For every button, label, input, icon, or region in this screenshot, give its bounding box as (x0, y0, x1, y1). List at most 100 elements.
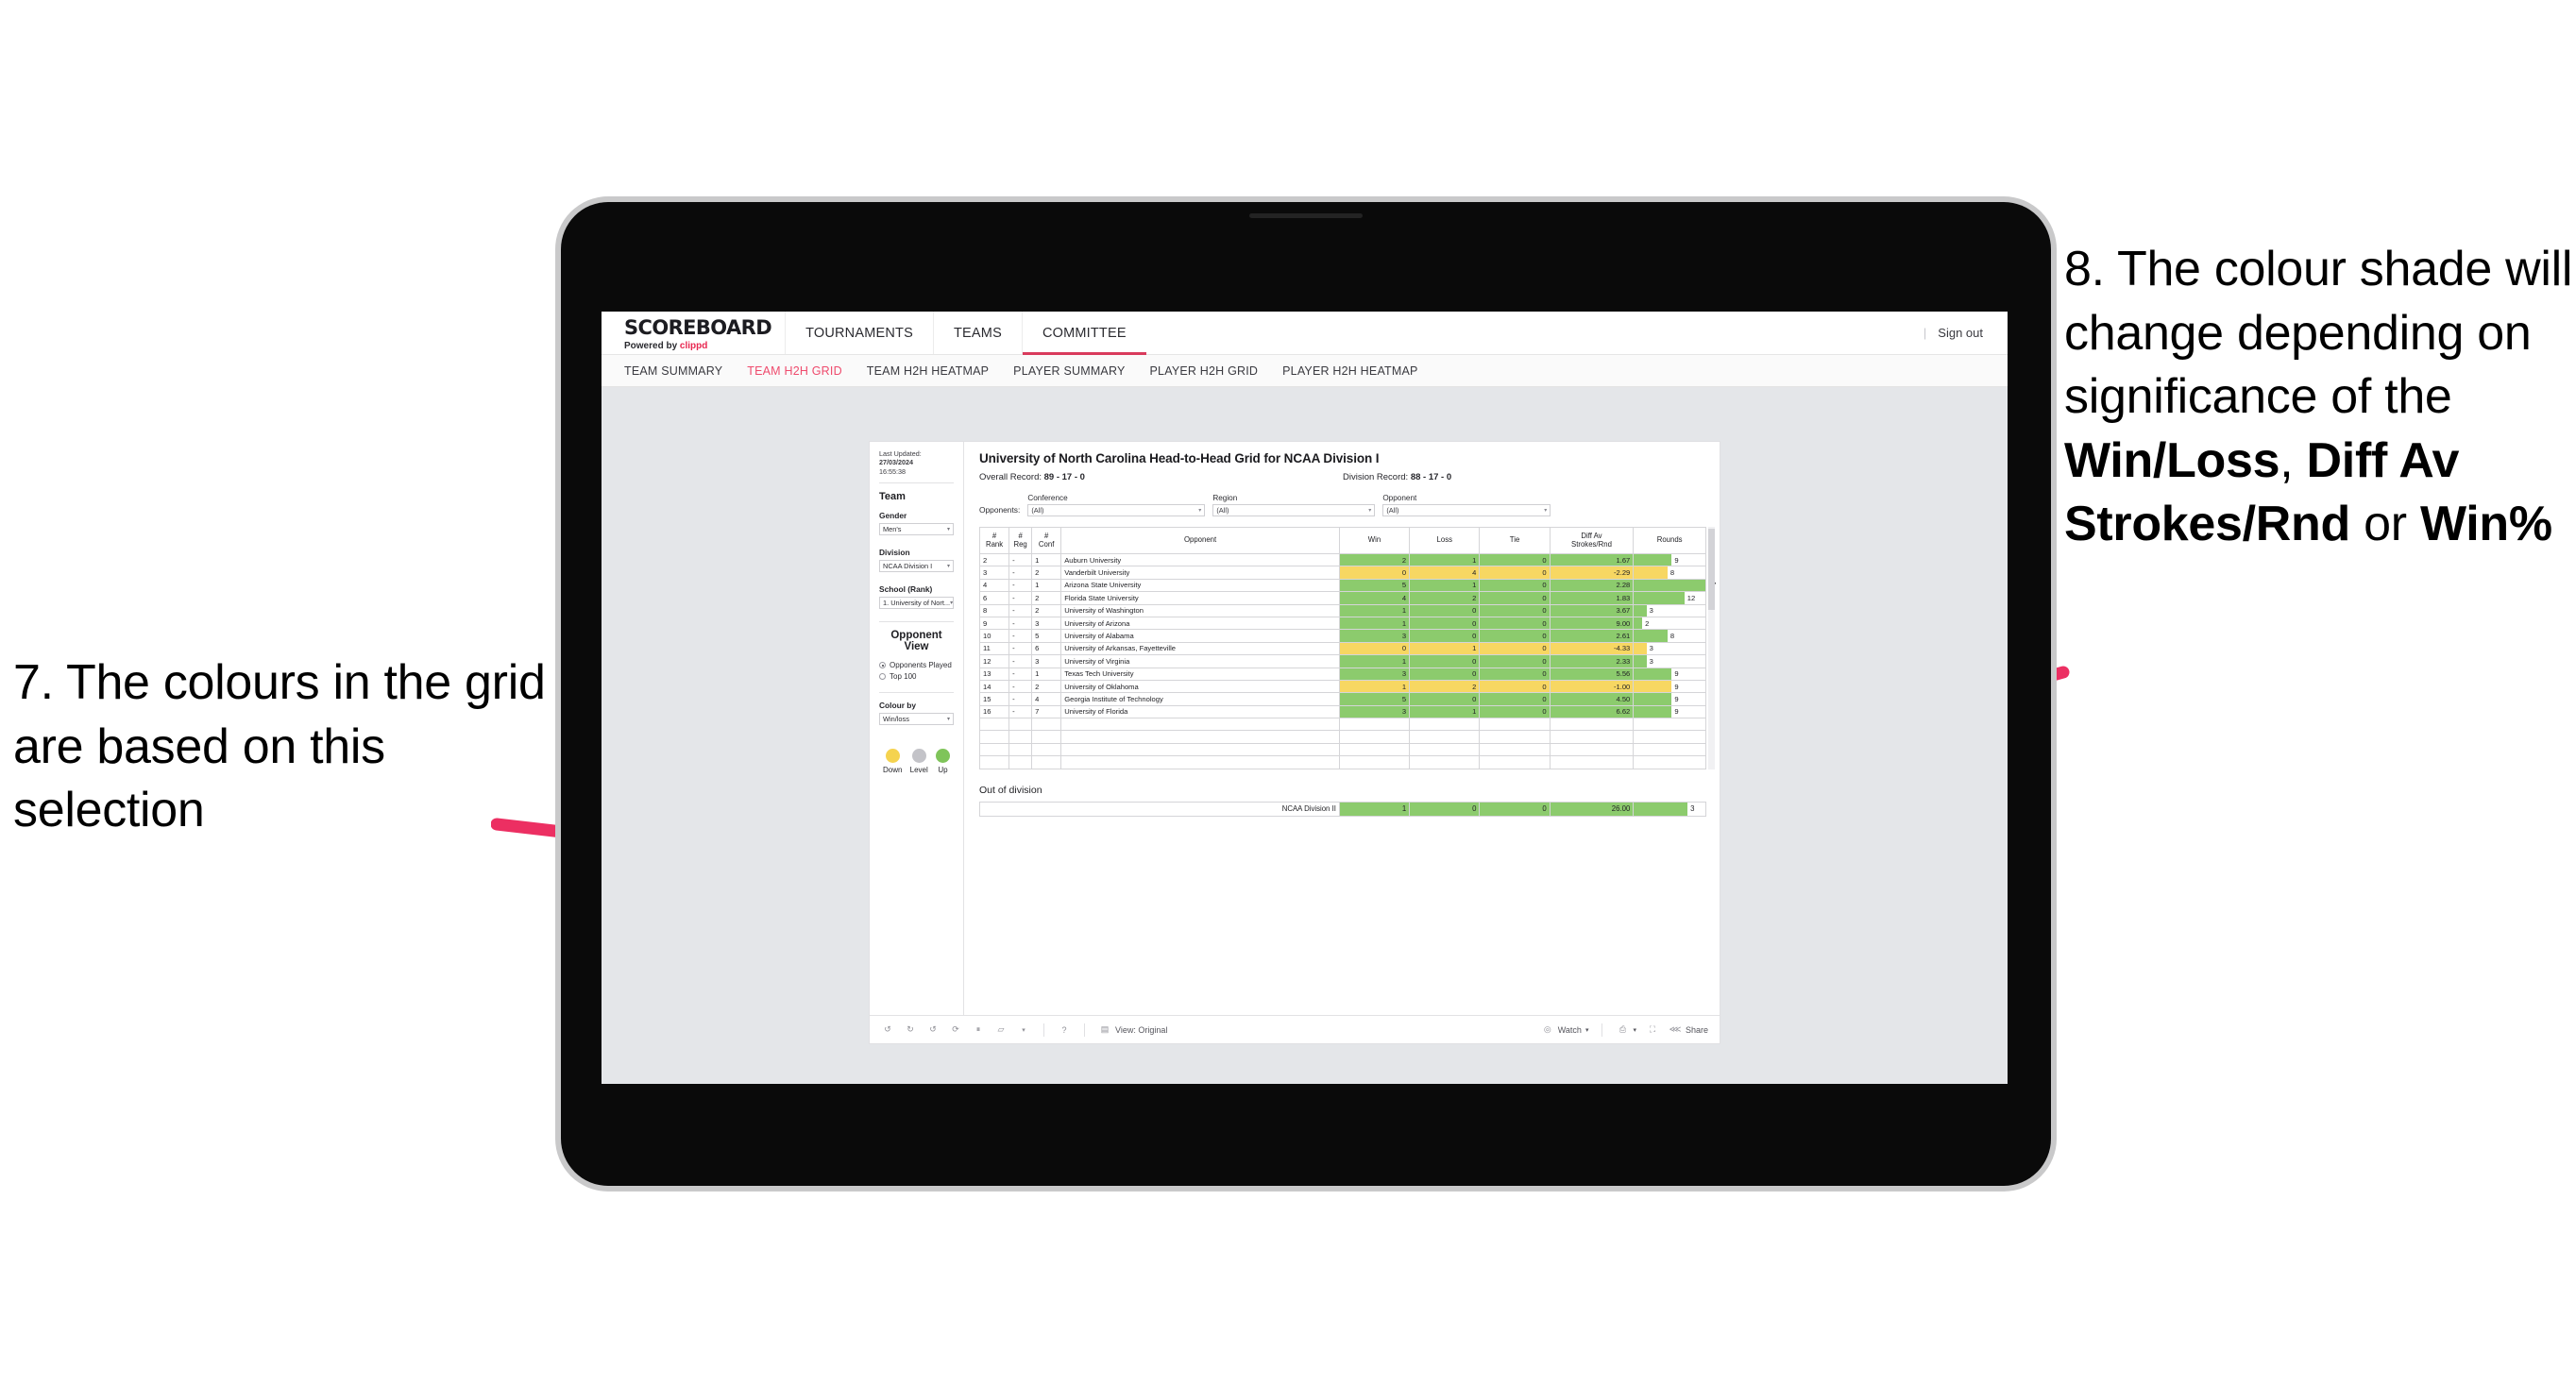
division-select[interactable]: NCAA Division I ▾ (879, 560, 954, 573)
redo-icon[interactable]: ↻ (904, 1023, 917, 1037)
table-row[interactable]: 4-1Arizona State University5102.2817 (978, 578, 1716, 593)
colour-by-select[interactable]: Win/loss ▾ (879, 713, 954, 726)
table-row[interactable]: 9-3 University of Arizona 1 0 0 9.00 2 (978, 616, 1706, 631)
cell-loss: 0 (1409, 654, 1481, 668)
nav-teams[interactable]: TEAMS (932, 312, 1022, 354)
table-row[interactable]: 10-5 University of Alabama 3 0 0 2.61 8 (978, 629, 1706, 643)
cell-diff: -1.00 (1549, 679, 1635, 694)
fullscreen-icon[interactable]: ⛶ (1646, 1023, 1659, 1037)
cell-loss: 0 (1409, 616, 1481, 631)
cell-opp: University of Virginia (1060, 654, 1340, 668)
watch-button[interactable]: ◎ Watch ▾ (1541, 1023, 1589, 1037)
divider (879, 621, 954, 623)
view-icon: ▤ (1100, 1024, 1110, 1034)
opponent-select[interactable]: (All) ▾ (1382, 504, 1551, 516)
chevron-down-icon: ▾ (946, 564, 950, 570)
table-row[interactable]: 3-2 Vanderbilt University 0 4 0 -2.29 8 (978, 566, 1706, 580)
cell-empty (1060, 718, 1340, 732)
download-button[interactable]: ⎙ ▾ (1616, 1023, 1636, 1037)
rounds-bar (1634, 802, 1688, 816)
radio-top-100[interactable]: Top 100 (879, 672, 954, 681)
radio-opponents-played-label: Opponents Played (890, 661, 952, 670)
radio-top-100-label: Top 100 (890, 672, 917, 682)
table-row[interactable]: 12-3 University of Virginia 1 0 0 2.33 3 (978, 654, 1706, 668)
nav-tournaments[interactable]: TOURNAMENTS (785, 312, 933, 354)
cell-win: 4 (1338, 591, 1411, 605)
school-select[interactable]: 1. University of Nort... ▾ (879, 597, 954, 610)
custom-view-icon[interactable]: ▱ (994, 1023, 1008, 1037)
signout-link[interactable]: Sign out (1938, 326, 1983, 340)
col-conf[interactable]: # Conf (1031, 527, 1062, 554)
cell-rank: 16 (978, 704, 1010, 719)
col-rank-l2: Rank (985, 539, 1004, 549)
undo-icon[interactable]: ↺ (881, 1023, 894, 1037)
radio-icon (879, 673, 886, 681)
table-row[interactable]: 15-4 Georgia Institute of Technology 5 0 0 4.… (978, 692, 1706, 706)
table-row[interactable]: 11-6 University of Arkansas, Fayetteville… (978, 641, 1706, 656)
col-reg[interactable]: # Reg (1008, 527, 1033, 554)
rounds-value: 9 (1674, 669, 1679, 679)
tab-team-h2h-heatmap[interactable]: TEAM H2H HEATMAP (867, 364, 989, 378)
nav-committee[interactable]: COMMITTEE (1021, 312, 1146, 355)
grid-header-row: # Rank # Reg # Conf Opponent Win Loss Tie (978, 527, 1706, 554)
cell-win: 3 (1338, 704, 1411, 719)
share-button[interactable]: ⋘ Share (1669, 1023, 1708, 1037)
view-original-button[interactable]: ▤ View: Original (1098, 1023, 1168, 1037)
tab-player-summary[interactable]: PLAYER SUMMARY (1013, 364, 1125, 378)
cell-empty (978, 730, 1010, 744)
col-reg-l1: # (1018, 531, 1023, 540)
table-row[interactable]: 16-7 University of Florida 3 1 0 6.62 9 (978, 704, 1706, 719)
revert-icon[interactable]: ↺ (926, 1023, 940, 1037)
col-rounds[interactable]: Rounds (1633, 527, 1706, 554)
col-tie[interactable]: Tie (1479, 527, 1551, 554)
rounds-bar (1634, 554, 1672, 566)
col-diff[interactable]: Diff Av Strokes/Rnd (1549, 527, 1635, 554)
col-loss[interactable]: Loss (1409, 527, 1481, 554)
powered-prefix: Powered by (624, 341, 680, 351)
table-row[interactable]: 6-2 Florida State University 4 2 0 1.83 12 (978, 591, 1706, 605)
table-row[interactable]: 8-2 University of Washington 1 0 0 3.67 3 (978, 603, 1706, 617)
cell-rounds: 12 (1633, 591, 1706, 605)
table-scrollbar-thumb[interactable] (1708, 529, 1715, 610)
radio-icon (879, 662, 886, 669)
tab-team-h2h-grid[interactable]: TEAM H2H GRID (747, 364, 842, 378)
cell-empty (1479, 730, 1551, 744)
view-label: View: Original (1115, 1024, 1168, 1035)
col-conf-l2: Conf (1038, 539, 1055, 549)
table-row[interactable]: 2-1 Auburn University 2 1 0 1.67 9 (978, 552, 1706, 567)
cell-opp: University of Washington (1060, 603, 1340, 617)
col-rank[interactable]: # Rank (978, 527, 1010, 554)
brand-logo: SCOREBOARD Powered by clippd (602, 312, 785, 354)
tab-player-h2h-heatmap[interactable]: PLAYER H2H HEATMAP (1282, 364, 1417, 378)
cell-opp: University of Arkansas, Fayetteville (1060, 641, 1340, 656)
cell-win: 5 (1338, 578, 1411, 593)
help-icon[interactable]: ? (1058, 1023, 1071, 1037)
rounds-bar (1634, 592, 1685, 604)
division-record-value: 88 - 17 - 0 (1410, 472, 1452, 482)
radio-opponents-played[interactable]: Opponents Played (879, 661, 954, 669)
cell-conf: 1 (1031, 552, 1062, 567)
rounds-value: 8 (1669, 568, 1675, 578)
cell-diff: 2.61 (1549, 629, 1635, 643)
col-opponent[interactable]: Opponent (1060, 527, 1340, 554)
primary-nav: TOURNAMENTS TEAMS COMMITTEE (785, 312, 1146, 355)
conference-select[interactable]: (All) ▾ (1027, 504, 1206, 516)
gender-select[interactable]: Men's ▾ (879, 523, 954, 536)
cell-win: 3 (1338, 667, 1411, 681)
divider (879, 482, 954, 484)
tab-player-h2h-grid[interactable]: PLAYER H2H GRID (1150, 364, 1259, 378)
col-win[interactable]: Win (1338, 527, 1411, 554)
cell-rank: 4 (978, 578, 1010, 593)
rounds-value: 9 (1674, 682, 1679, 691)
table-row[interactable]: 13-1 Texas Tech University 3 0 0 5.56 9 (978, 667, 1706, 681)
colour-legend: Down Level Up (879, 737, 954, 774)
region-select[interactable]: (All) ▾ (1212, 504, 1376, 516)
pause-updates-icon[interactable]: ⏸ (972, 1023, 985, 1037)
refresh-data-icon[interactable]: ⟳ (949, 1023, 962, 1037)
chevron-down-icon[interactable]: ▾ (1017, 1023, 1030, 1037)
tab-team-summary[interactable]: TEAM SUMMARY (624, 364, 722, 378)
table-row[interactable]: 14-2 University of Oklahoma 1 2 0 -1.00 9 (978, 679, 1706, 694)
division-record-label: Division Record: (1343, 472, 1409, 482)
cell-conf: 7 (1031, 704, 1062, 719)
cell-rank: 15 (978, 692, 1010, 706)
